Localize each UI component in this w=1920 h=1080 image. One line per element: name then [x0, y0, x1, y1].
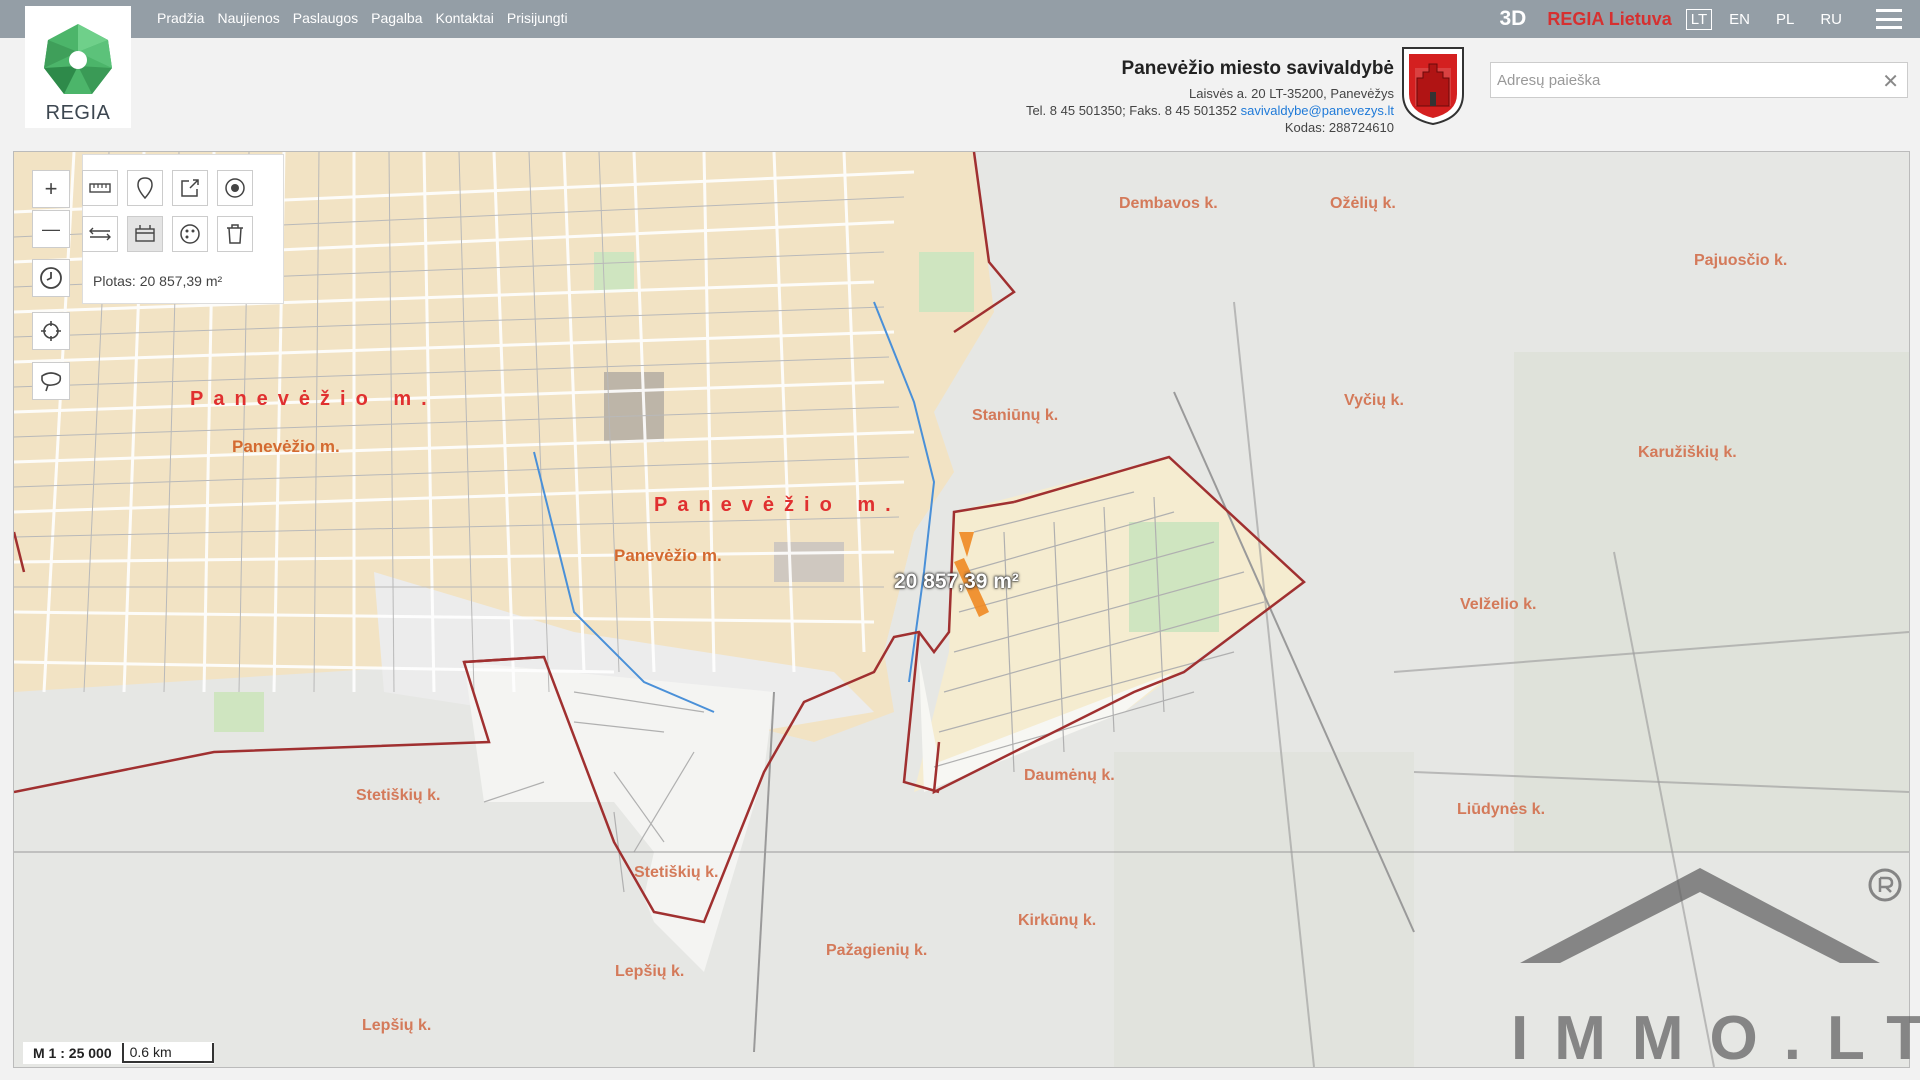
regia-lietuva-link[interactable]: REGIA Lietuva — [1547, 9, 1671, 30]
delete-button[interactable] — [217, 216, 253, 252]
municipality-contacts: Tel. 8 45 501350; Faks. 8 45 501352 savi… — [1026, 102, 1394, 119]
place-panevezio-b-sub: Panevėžio m. — [614, 546, 722, 565]
place-lepsiu-2: Lepšių k. — [362, 1017, 432, 1034]
measure-area-button[interactable] — [127, 216, 163, 252]
regia-logo[interactable]: REGIA — [25, 6, 131, 128]
top-right-nav: 3D REGIA Lietuva LT EN PL RU — [1500, 0, 1920, 38]
municipality-name: Panevėžio miesto savivaldybė — [1121, 58, 1394, 79]
zoom-in-button[interactable]: + — [32, 170, 70, 208]
main-nav: Pradžia Naujienos Paslaugos Pagalba Kont… — [157, 0, 568, 36]
nav-paslaugos[interactable]: Paslaugos — [293, 10, 358, 26]
measure-distance-button[interactable] — [82, 216, 118, 252]
distance-icon — [89, 227, 111, 241]
lasso-button[interactable] — [32, 362, 70, 400]
ruler-icon — [89, 183, 111, 193]
measured-area-text: Plotas: 20 857,39 m² — [93, 273, 223, 289]
place-ozeliu: Ožėlių k. — [1330, 195, 1396, 212]
lang-lt[interactable]: LT — [1685, 8, 1713, 30]
pin-icon — [137, 177, 153, 199]
municipality-info: Panevėžio miesto savivaldybė Laisvės a. … — [1026, 58, 1394, 136]
regia-logo-icon — [44, 24, 112, 94]
nav-pagalba[interactable]: Pagalba — [371, 10, 422, 26]
3d-button[interactable]: 3D — [1500, 7, 1527, 31]
clock-icon — [40, 267, 62, 289]
place-velzelio: Velželio k. — [1460, 596, 1537, 613]
area-icon — [135, 225, 155, 242]
municipality-phone: Tel. 8 45 501350; Faks. 8 45 501352 — [1025, 103, 1237, 118]
zoom-out-button[interactable]: — — [32, 210, 70, 248]
trash-icon — [227, 224, 243, 244]
menu-icon[interactable] — [1876, 9, 1902, 29]
address-search-input[interactable] — [1491, 63, 1869, 97]
point-button[interactable] — [217, 170, 253, 206]
lasso-icon — [41, 372, 62, 392]
place-panevezio-b: Panevėžio m. — [654, 494, 901, 516]
measured-area-label: 20 857,39 m² — [894, 570, 1019, 593]
place-steliskiu-1: Stetiškių k. — [356, 787, 441, 804]
scale-ratio: M 1 : 25 000 — [33, 1045, 112, 1061]
place-steliskiu-2: Stetiškių k. — [634, 864, 719, 881]
municipality-email[interactable]: savivaldybe@panevezys.lt — [1241, 103, 1394, 118]
immo-watermark: IMMO.LT — [1511, 1004, 1920, 1073]
clear-search-icon[interactable]: ✕ — [1882, 69, 1899, 94]
address-search: ✕ — [1490, 62, 1908, 98]
scale-bar: M 1 : 25 000 0.6 km — [23, 1042, 214, 1064]
place-pazagieniu: Pažagienių k. — [826, 942, 928, 959]
lang-en[interactable]: EN — [1725, 10, 1754, 29]
place-daumenu: Daumėnų k. — [1024, 767, 1115, 784]
place-kirkunu: Kirkūnų k. — [1018, 912, 1097, 929]
place-lepsiu-1: Lepšių k. — [615, 963, 685, 980]
place-panevezio-a: Panevėžio m. — [190, 388, 437, 410]
logo-text: REGIA — [45, 102, 111, 124]
place-staniunu: Staniūnų k. — [972, 407, 1059, 424]
marker-button[interactable] — [127, 170, 163, 206]
nav-prisijungti[interactable]: Prisijungti — [507, 10, 568, 26]
locate-button[interactable] — [32, 312, 70, 350]
scale-distance: 0.6 km — [121, 1043, 214, 1063]
history-icon[interactable] — [32, 259, 70, 297]
coat-of-arms-icon — [1402, 47, 1464, 126]
nav-naujienos[interactable]: Naujienos — [217, 10, 279, 26]
share-icon — [181, 179, 199, 197]
place-panevezio-a-sub: Panevėžio m. — [232, 437, 340, 456]
nav-pradzia[interactable]: Pradžia — [157, 10, 204, 26]
export-button[interactable] — [172, 170, 208, 206]
style-button[interactable] — [172, 216, 208, 252]
nav-kontaktai[interactable]: Kontaktai — [436, 10, 494, 26]
crosshair-icon — [41, 321, 61, 341]
lang-pl[interactable]: PL — [1772, 10, 1798, 29]
place-dembavos: Dembavos k. — [1119, 195, 1218, 212]
place-pajuoscio: Pajuosčio k. — [1694, 252, 1788, 269]
municipality-address: Laisvės a. 20 LT-35200, Panevėžys — [1189, 86, 1394, 101]
measure-line-button[interactable] — [82, 170, 118, 206]
place-liudynes: Liūdynės k. — [1457, 801, 1546, 818]
immo-house-icon — [1520, 868, 1902, 963]
palette-icon — [180, 224, 200, 244]
place-karuziskiu: Karužiškių k. — [1638, 444, 1737, 461]
place-vyciu: Vyčių k. — [1344, 392, 1404, 409]
municipality-code: Kodas: 288724610 — [1284, 120, 1394, 135]
lang-ru[interactable]: RU — [1816, 10, 1846, 29]
target-icon — [225, 178, 245, 198]
